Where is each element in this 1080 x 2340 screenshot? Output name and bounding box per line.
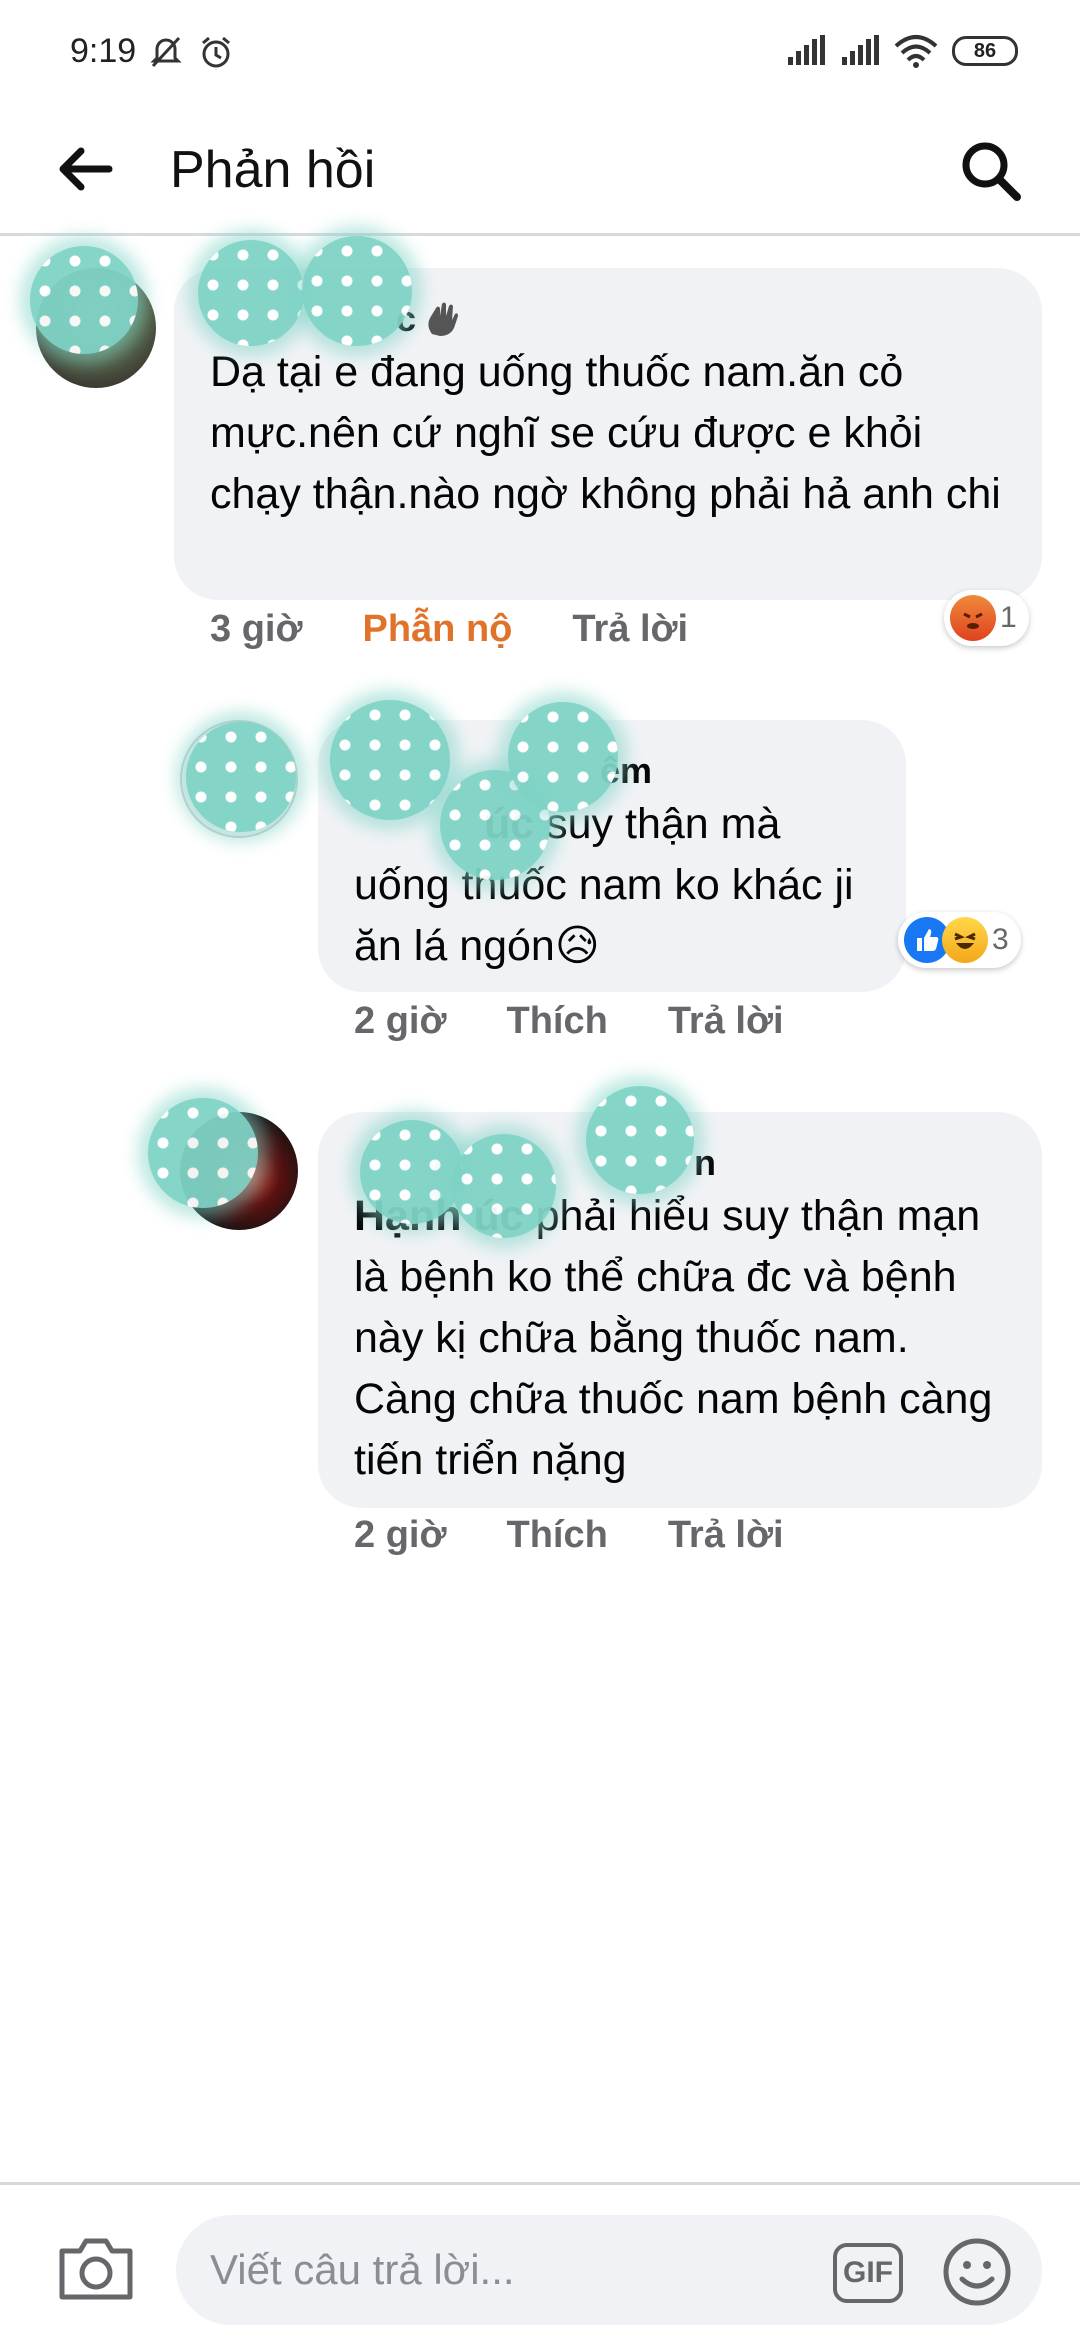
- page-title: Phản hồi: [170, 141, 376, 199]
- reply-button[interactable]: Trả lời: [668, 1000, 784, 1043]
- redaction-overlay: [586, 1086, 694, 1194]
- smiley-icon: [943, 2238, 1011, 2306]
- redaction-overlay: [360, 1120, 464, 1224]
- app-header: Phản hồi: [0, 110, 1080, 236]
- reaction-count: 3: [992, 923, 1009, 956]
- alarm-icon: [202, 36, 230, 68]
- status-bar: 9:19 86: [0, 0, 1080, 110]
- arrow-left-icon: [59, 147, 113, 191]
- redaction-overlay: [148, 1098, 258, 1208]
- comment-actions: 2 giờ Thích Trả lời: [354, 1514, 844, 1557]
- mute-icon: [150, 36, 182, 68]
- redaction-overlay: [508, 702, 618, 812]
- reply-composer: GIF: [0, 2182, 1080, 2340]
- status-time: 9:19: [70, 32, 137, 70]
- search-icon: [962, 142, 1021, 201]
- wifi-icon: [894, 35, 938, 68]
- reaction-count: 1: [1000, 601, 1017, 634]
- redaction-overlay: [452, 1134, 556, 1238]
- comment-text: úc suy thận mà uống thuốc nam ko khác ji…: [354, 800, 854, 970]
- like-button[interactable]: Thích: [506, 1000, 607, 1043]
- gif-button[interactable]: GIF: [833, 2243, 903, 2303]
- reply-button[interactable]: Trả lời: [572, 608, 688, 651]
- comment-time[interactable]: 2 giờ: [354, 1514, 446, 1557]
- emoji-button[interactable]: [942, 2237, 1012, 2307]
- waving-hand-icon: [428, 302, 459, 336]
- comment-actions: 3 giờ Phẫn nộ Trả lời: [210, 608, 748, 651]
- signal-icon: [842, 35, 879, 65]
- search-button[interactable]: [946, 126, 1036, 216]
- angry-react-icon: [950, 595, 996, 641]
- battery-indicator: 86: [952, 36, 1018, 66]
- redaction-overlay: [186, 722, 296, 832]
- reply-button[interactable]: Trả lời: [668, 1514, 784, 1557]
- comment-bubble: c Dạ tại e đang uống thuốc nam.ăn cỏ mực…: [174, 268, 1042, 600]
- camera-icon: [59, 2238, 133, 2300]
- signal-icon: [788, 35, 825, 65]
- reaction-summary[interactable]: 1: [944, 590, 1029, 646]
- comment-text: Hạnh úc phải hiểu suy thận mạn là bệnh k…: [354, 1192, 993, 1484]
- comment-text: Dạ tại e đang uống thuốc nam.ăn cỏ mực.n…: [210, 348, 1001, 518]
- comment-time[interactable]: 2 giờ: [354, 1000, 446, 1043]
- comment-actions: 2 giờ Thích Trả lời: [354, 1000, 844, 1043]
- reaction-summary[interactable]: 3: [898, 912, 1021, 968]
- camera-button[interactable]: [56, 2233, 136, 2303]
- back-button[interactable]: [50, 134, 120, 204]
- reply-input[interactable]: [176, 2215, 1042, 2325]
- redaction-overlay: [198, 240, 304, 346]
- comment-time[interactable]: 3 giờ: [210, 608, 302, 651]
- reaction-button[interactable]: Phẫn nộ: [362, 608, 512, 651]
- redaction-overlay: [302, 236, 412, 346]
- redaction-overlay: [30, 246, 138, 354]
- haha-react-icon: [942, 917, 988, 963]
- redaction-overlay: [330, 700, 450, 820]
- like-button[interactable]: Thích: [506, 1514, 607, 1557]
